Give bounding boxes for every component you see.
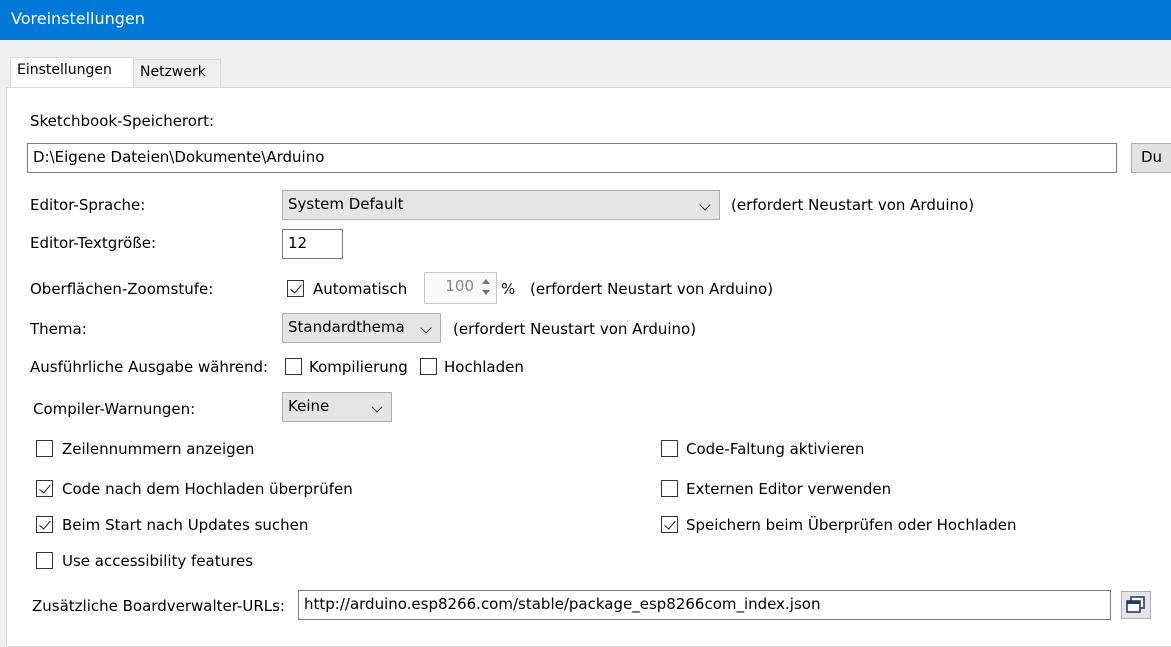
code-folding-checkbox[interactable] <box>661 440 678 457</box>
verbose-label: Ausführliche Ausgabe während: <box>30 358 269 376</box>
tab-netzwerk-label: Netzwerk <box>140 64 206 80</box>
theme-label: Thema: <box>30 320 87 338</box>
code-folding-label: Code-Faltung aktivieren <box>686 440 865 458</box>
accessibility-label: Use accessibility features <box>62 552 254 570</box>
board-urls-label: Zusätzliche Boardverwalter-URLs: <box>32 597 285 615</box>
theme-select[interactable]: Standardthema <box>282 313 441 343</box>
board-urls-input[interactable]: http://arduino.esp8266.com/stable/packag… <box>298 590 1111 620</box>
check-updates-label: Beim Start nach Updates suchen <box>62 516 309 534</box>
zoom-auto-label: Automatisch <box>313 280 408 298</box>
tab-einstellungen-label: Einstellungen <box>17 62 112 78</box>
compiler-warnings-select[interactable]: Keine <box>282 392 392 422</box>
theme-note: (erfordert Neustart von Arduino) <box>453 320 697 338</box>
window-title-bar: Voreinstellungen <box>0 0 1171 40</box>
verify-after-upload-checkbox[interactable] <box>36 480 53 497</box>
check-updates-checkbox[interactable] <box>36 516 53 533</box>
chevron-down-icon <box>420 322 432 334</box>
line-numbers-checkbox[interactable] <box>36 440 53 457</box>
chevron-down-icon <box>371 401 383 413</box>
tab-netzwerk[interactable]: Netzwerk <box>133 59 221 87</box>
editor-language-select[interactable]: System Default <box>282 190 720 220</box>
zoom-auto-checkbox[interactable] <box>287 280 304 297</box>
verbose-upload-checkbox[interactable] <box>420 358 437 375</box>
window-list-icon <box>1126 596 1145 613</box>
editor-language-note: (erfordert Neustart von Arduino) <box>731 196 975 214</box>
verbose-compile-checkbox[interactable] <box>285 358 302 375</box>
editor-language-value: System Default <box>288 195 404 213</box>
browse-button[interactable]: Du <box>1131 143 1171 173</box>
verbose-compile-label: Kompilierung <box>309 358 408 376</box>
editor-text-size-input[interactable]: 12 <box>282 229 343 259</box>
compiler-warnings-label: Compiler-Warnungen: <box>33 400 196 418</box>
zoom-note: (erfordert Neustart von Arduino) <box>530 280 774 298</box>
line-numbers-label: Zeilennummern anzeigen <box>62 440 255 458</box>
spinner-arrows-icon[interactable] <box>479 276 493 300</box>
zoom-unit: % <box>501 280 516 298</box>
zoom-label: Oberflächen-Zoomstufe: <box>30 280 214 298</box>
editor-language-label: Editor-Sprache: <box>30 196 146 214</box>
zoom-value: 100 <box>445 277 474 295</box>
editor-text-size-label: Editor-Textgröße: <box>30 234 157 252</box>
window-title: Voreinstellungen <box>11 9 145 28</box>
compiler-warnings-value: Keine <box>288 397 330 415</box>
save-on-verify-checkbox[interactable] <box>661 516 678 533</box>
board-urls-edit-button[interactable] <box>1121 591 1151 619</box>
external-editor-label: Externen Editor verwenden <box>686 480 892 498</box>
verify-after-upload-label: Code nach dem Hochladen überprüfen <box>62 480 353 498</box>
external-editor-checkbox[interactable] <box>661 480 678 497</box>
theme-value: Standardthema <box>288 318 405 336</box>
tab-einstellungen[interactable]: Einstellungen <box>10 57 134 87</box>
accessibility-checkbox[interactable] <box>36 552 53 569</box>
save-on-verify-label: Speichern beim Überprüfen oder Hochladen <box>686 516 1017 534</box>
sketchbook-path-input[interactable]: D:\Eigene Dateien\Dokumente\Arduino <box>27 143 1117 173</box>
chevron-down-icon <box>699 199 711 211</box>
zoom-spinner[interactable]: 100 <box>424 272 497 304</box>
sketchbook-label: Sketchbook-Speicherort: <box>30 112 215 130</box>
verbose-upload-label: Hochladen <box>444 358 524 376</box>
